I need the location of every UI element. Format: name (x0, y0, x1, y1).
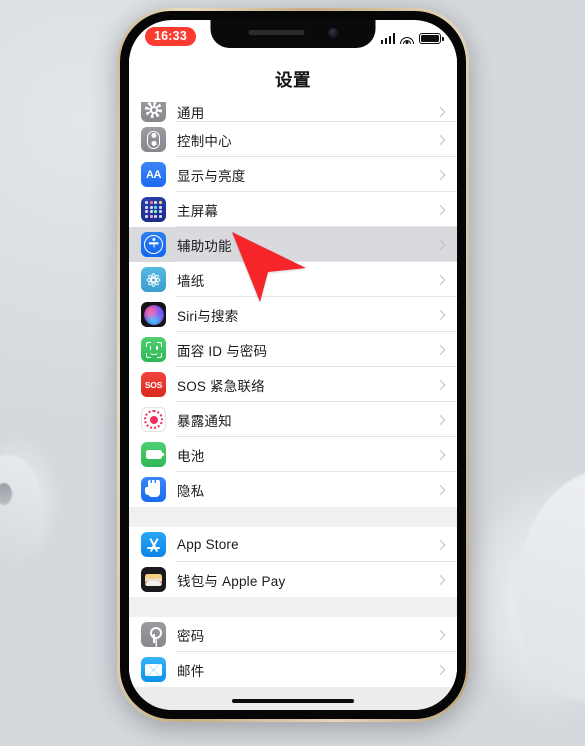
settings-row-label: 隐私 (177, 483, 205, 499)
home-indicator[interactable] (232, 698, 354, 703)
settings-row-label: 邮件 (177, 663, 205, 679)
settings-row-label: 面容 ID 与密码 (177, 343, 268, 359)
settings-row-label: 控制中心 (177, 133, 232, 149)
settings-row-face-id[interactable]: 面容 ID 与密码 (129, 332, 457, 367)
wallet-icon (141, 567, 166, 592)
chevron-right-icon (435, 379, 446, 390)
emergency-sos-icon: SOS (141, 372, 166, 397)
settings-row-label: 辅助功能 (177, 238, 232, 254)
face-id-icon (141, 337, 166, 362)
chevron-right-icon (435, 274, 446, 285)
passwords-icon (141, 622, 166, 647)
chevron-right-icon (435, 239, 446, 250)
settings-list[interactable]: 通用 控制中心 AA 显示与亮度 主屏幕 辅助功能 墙纸 Siri与搜索 面容 … (129, 102, 457, 710)
wallpaper-icon (141, 267, 166, 292)
status-time-recording-badge: 16:33 (145, 27, 196, 47)
device-bezel: 16:33 设置 通用 控制中心 AA 显示与亮度 主屏幕 辅助功能 墙纸 Si… (120, 11, 466, 719)
background-object-right (516, 470, 585, 700)
chevron-right-icon (435, 414, 446, 425)
settings-row-label: 通用 (177, 106, 205, 121)
settings-row-label: 显示与亮度 (177, 168, 246, 184)
settings-row-emergency-sos[interactable]: SOS SOS 紧急联络 (129, 367, 457, 402)
settings-row-exposure-notifications[interactable]: 暴露通知 (129, 402, 457, 437)
chevron-right-icon (435, 107, 446, 117)
settings-row-app-store[interactable]: App Store (129, 527, 457, 562)
chevron-right-icon (435, 449, 446, 460)
background-object-left (0, 455, 44, 565)
settings-row-home-screen[interactable]: 主屏幕 (129, 192, 457, 227)
settings-row-siri-search[interactable]: Siri与搜索 (129, 297, 457, 332)
chevron-right-icon (435, 574, 446, 585)
display-brightness-icon: AA (141, 162, 166, 187)
chevron-right-icon (435, 344, 446, 355)
exposure-notification-icon (141, 407, 166, 432)
device-screen: 16:33 设置 通用 控制中心 AA 显示与亮度 主屏幕 辅助功能 墙纸 Si… (129, 20, 457, 710)
chevron-right-icon (435, 309, 446, 320)
settings-row-label: App Store (177, 537, 239, 552)
settings-row-display-brightness[interactable]: AA 显示与亮度 (129, 157, 457, 192)
iphone-device: 16:33 设置 通用 控制中心 AA 显示与亮度 主屏幕 辅助功能 墙纸 Si… (117, 8, 469, 722)
battery-icon (419, 33, 444, 44)
control-center-icon (141, 127, 166, 152)
settings-row-label: SOS 紧急联络 (177, 378, 265, 394)
settings-row-battery[interactable]: 电池 (129, 437, 457, 472)
settings-row-wallpaper[interactable]: 墙纸 (129, 262, 457, 297)
status-bar: 16:33 (129, 20, 457, 56)
settings-row-mail[interactable]: 邮件 (129, 652, 457, 687)
settings-row-passwords[interactable]: 密码 (129, 617, 457, 652)
settings-row-control-center[interactable]: 控制中心 (129, 122, 457, 157)
chevron-right-icon (435, 664, 446, 675)
home-screen-icon (141, 197, 166, 222)
wifi-icon (400, 33, 414, 44)
battery-settings-icon (141, 442, 166, 467)
settings-group-accounts: 密码 邮件 (129, 617, 457, 687)
page-title: 设置 (275, 69, 311, 90)
settings-row-label: Siri与搜索 (177, 308, 239, 324)
chevron-right-icon (435, 204, 446, 215)
siri-icon (141, 302, 166, 327)
cellular-signal-icon (380, 33, 395, 44)
chevron-right-icon (435, 484, 446, 495)
settings-row-label: 电池 (177, 448, 205, 464)
group-separator (129, 507, 457, 527)
settings-group-store: App Store 钱包与 Apple Pay (129, 527, 457, 597)
mail-icon (141, 657, 166, 682)
accessibility-icon (141, 232, 166, 257)
settings-row-label: 密码 (177, 628, 205, 644)
settings-row-wallet-apple-pay[interactable]: 钱包与 Apple Pay (129, 562, 457, 597)
privacy-icon (141, 477, 166, 502)
status-indicators (380, 31, 444, 44)
settings-row-label: 钱包与 Apple Pay (177, 573, 286, 589)
chevron-right-icon (435, 629, 446, 640)
settings-row-label: 墙纸 (177, 273, 205, 289)
settings-row-accessibility[interactable]: 辅助功能 (129, 227, 457, 262)
gear-icon (141, 102, 166, 122)
settings-row-label: 主屏幕 (177, 203, 219, 219)
chevron-right-icon (435, 169, 446, 180)
settings-row-general[interactable]: 通用 (129, 102, 457, 122)
settings-row-privacy[interactable]: 隐私 (129, 472, 457, 507)
group-separator (129, 597, 457, 617)
settings-row-label: 暴露通知 (177, 413, 232, 429)
chevron-right-icon (435, 539, 446, 550)
settings-group-system: 通用 控制中心 AA 显示与亮度 主屏幕 辅助功能 墙纸 Siri与搜索 面容 … (129, 102, 457, 507)
app-store-icon (141, 532, 166, 557)
navigation-bar: 设置 (129, 56, 457, 102)
chevron-right-icon (435, 134, 446, 145)
